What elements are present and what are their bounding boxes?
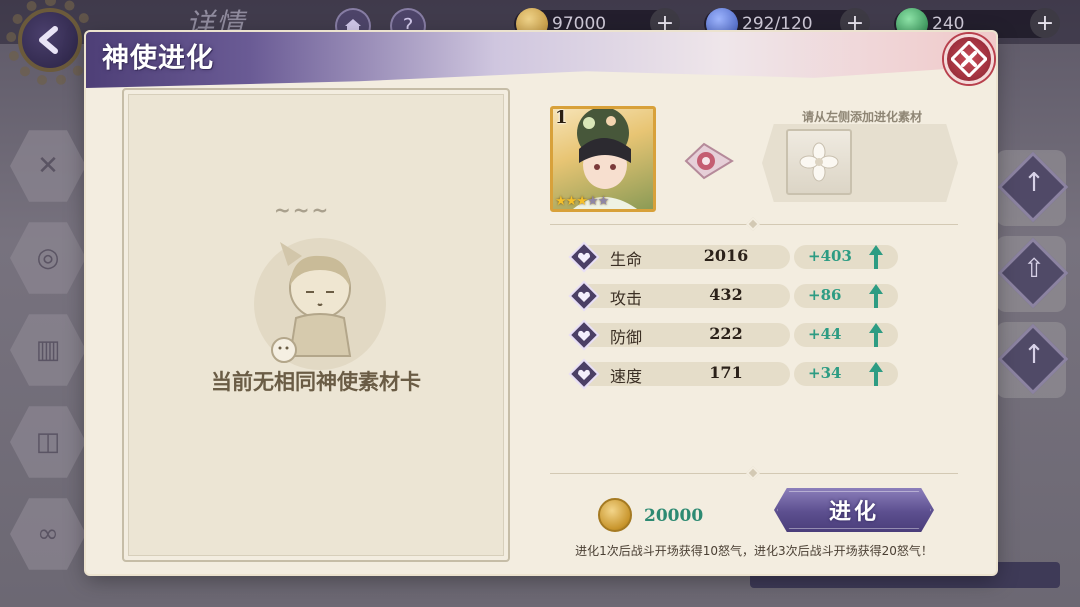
gem-amount: 240 bbox=[932, 14, 965, 34]
coin-amount: 97000 bbox=[552, 14, 607, 34]
star-up-icon: ⇧ bbox=[1023, 254, 1045, 284]
energy-amount: 292/120 bbox=[742, 14, 813, 34]
dialog-header-band bbox=[86, 32, 996, 88]
divider-diamond bbox=[745, 216, 761, 232]
stat-name: 生命 bbox=[610, 250, 643, 269]
accessory-icon: ∞ bbox=[37, 519, 59, 549]
evolve-cost: 20000 bbox=[644, 506, 704, 526]
heart-icon bbox=[568, 319, 600, 351]
close-button[interactable] bbox=[944, 34, 994, 84]
pet-icon: ◎ bbox=[36, 243, 60, 273]
material-hint: 请从左侧添加进化素材 bbox=[801, 110, 922, 124]
up-arrow-icon bbox=[869, 284, 883, 308]
arrow-up-icon: ↑ bbox=[1023, 168, 1045, 198]
stat-bonus: +44 bbox=[808, 325, 842, 343]
add-gem-button[interactable]: + bbox=[1030, 8, 1060, 38]
dialog-title: 神使进化 bbox=[102, 43, 214, 74]
material-list-panel: ~~~ 当前无相同神使素材卡 bbox=[122, 88, 510, 562]
back-button[interactable] bbox=[18, 8, 82, 72]
boots-icon: ◫ bbox=[35, 427, 61, 457]
star-icon: ★★★ bbox=[555, 194, 588, 209]
stat-value: 222 bbox=[709, 324, 743, 343]
arrow-up-icon: ↑ bbox=[1023, 340, 1045, 370]
heart-icon bbox=[568, 241, 600, 273]
stat-value: 432 bbox=[709, 285, 743, 304]
stat-bonus: +34 bbox=[808, 364, 842, 382]
stat-value: 2016 bbox=[703, 246, 749, 265]
stat-name: 防御 bbox=[610, 328, 643, 347]
arrow-left-icon bbox=[39, 26, 58, 54]
sleeping-girl-icon bbox=[254, 238, 386, 370]
stat-value: 171 bbox=[709, 363, 743, 382]
star-empty-icon: ★★ bbox=[586, 194, 609, 209]
stat-bonus: +86 bbox=[808, 286, 842, 304]
stat-name: 攻击 bbox=[610, 289, 643, 308]
up-arrow-icon bbox=[869, 245, 883, 269]
sword-icon: ✕ bbox=[37, 151, 59, 181]
hero-stars: ★★★★★ bbox=[555, 194, 609, 209]
stat-row-hp: 生命 2016 +403 bbox=[568, 241, 908, 273]
stat-name: 速度 bbox=[610, 367, 643, 386]
divider-diamond bbox=[745, 465, 761, 481]
up-arrow-icon bbox=[869, 323, 883, 347]
stat-bonus: +403 bbox=[808, 247, 852, 265]
hero-level: 1 bbox=[555, 107, 568, 128]
evolve-arrow-icon bbox=[684, 142, 734, 180]
material-slot[interactable] bbox=[786, 129, 852, 195]
close-icon bbox=[951, 41, 987, 77]
empty-material-message: 当前无相同神使素材卡 bbox=[211, 370, 421, 394]
evolve-button[interactable]: 进化 bbox=[774, 488, 934, 532]
heart-icon bbox=[568, 358, 600, 390]
stat-row-attack: 攻击 432 +86 bbox=[568, 280, 908, 312]
stat-row-speed: 速度 171 +34 bbox=[568, 358, 908, 390]
stat-row-defense: 防御 222 +44 bbox=[568, 319, 908, 351]
armor-icon: ▥ bbox=[35, 335, 61, 365]
heart-icon bbox=[568, 280, 600, 312]
flower-placeholder-icon bbox=[799, 142, 839, 182]
sleep-zzz: ~~~ bbox=[274, 198, 331, 222]
evolution-dialog: 神使进化 ~~~ 当前无相同神使素材卡 1 ★★★★★ 请从左侧添加进化素材 生… bbox=[86, 32, 996, 574]
up-arrow-icon bbox=[869, 362, 883, 386]
coin-icon bbox=[598, 498, 632, 532]
hero-card[interactable]: 1 ★★★★★ bbox=[550, 106, 656, 212]
evolve-note: 进化1次后战斗开场获得10怒气，进化3次后战斗开场获得20怒气！ bbox=[575, 544, 933, 558]
evolve-button-label: 进化 bbox=[828, 500, 879, 525]
